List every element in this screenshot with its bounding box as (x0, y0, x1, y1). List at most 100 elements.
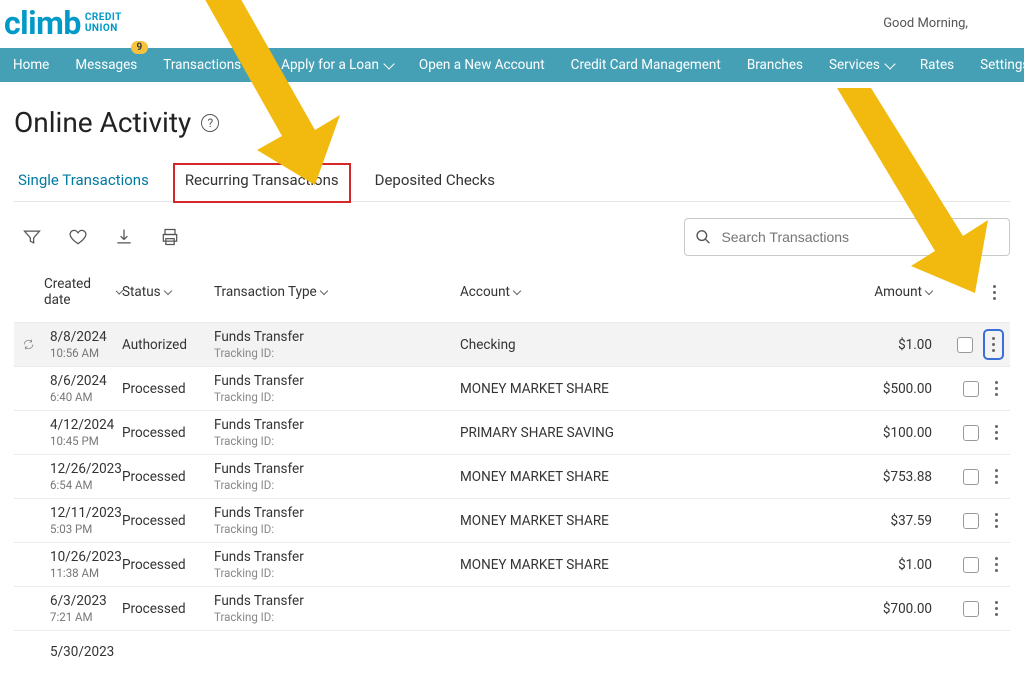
sort-icon (163, 287, 171, 295)
col-created-date[interactable]: Created date (14, 276, 122, 308)
cell-date: 10/26/202311:38 AM (14, 549, 122, 580)
table-header: Created date Status Transaction Type Acc… (14, 268, 1010, 322)
cell-status: Processed (122, 557, 206, 573)
chevron-down-icon (245, 58, 256, 69)
messages-badge: 9 (131, 41, 149, 54)
main-nav: Home Messages 9 Transactions Apply for a… (0, 48, 1024, 82)
cell-date: 4/12/202410:45 PM (14, 417, 122, 448)
filter-icon[interactable] (22, 227, 42, 247)
cell-type: Funds TransferTracking ID: (206, 549, 460, 580)
cell-account: MONEY MARKET SHARE (460, 557, 854, 573)
chevron-down-icon (383, 58, 394, 69)
search-box[interactable] (684, 218, 1010, 256)
table-row[interactable]: 8/8/202410:56 AMAuthorizedFunds Transfer… (14, 322, 1010, 366)
cell-account: MONEY MARKET SHARE (460, 513, 854, 529)
col-amount[interactable]: Amount (854, 284, 932, 300)
nav-settings[interactable]: Settings (967, 48, 1024, 82)
cell-amount: $753.88 (854, 469, 932, 485)
header-kebab-menu[interactable] (987, 279, 1002, 306)
col-status[interactable]: Status (122, 284, 206, 300)
nav-branches[interactable]: Branches (734, 48, 816, 82)
row-kebab-menu[interactable] (989, 551, 1004, 578)
table-row[interactable]: 4/12/202410:45 PMProcessedFunds Transfer… (14, 410, 1010, 454)
nav-apply-loan[interactable]: Apply for a Loan (268, 48, 406, 82)
col-actions (932, 279, 1010, 306)
greeting-text: Good Morning, (883, 16, 968, 31)
row-kebab-menu[interactable] (989, 375, 1004, 402)
search-input[interactable] (721, 229, 999, 245)
cell-amount: $700.00 (854, 601, 932, 617)
row-kebab-menu[interactable] (989, 419, 1004, 446)
nav-messages[interactable]: Messages 9 (62, 48, 150, 82)
row-checkbox[interactable] (963, 425, 979, 441)
cell-type: Funds TransferTracking ID: (206, 461, 460, 492)
brand-logo[interactable]: climb CREDIT UNION (4, 7, 122, 39)
cell-actions (932, 419, 1010, 446)
cell-amount: $1.00 (854, 557, 932, 573)
table-row[interactable]: 12/11/20235:03 PMProcessedFunds Transfer… (14, 498, 1010, 542)
table-row[interactable]: 12/26/20236:54 AMProcessedFunds Transfer… (14, 454, 1010, 498)
row-checkbox[interactable] (963, 381, 979, 397)
row-checkbox[interactable] (963, 513, 979, 529)
heart-icon[interactable] (68, 227, 88, 247)
cell-amount: $37.59 (854, 513, 932, 529)
row-checkbox[interactable] (957, 337, 973, 353)
cell-actions (932, 463, 1010, 490)
table-row[interactable]: 10/26/202311:38 AMProcessedFunds Transfe… (14, 542, 1010, 586)
row-kebab-menu[interactable] (989, 463, 1004, 490)
row-kebab-menu[interactable] (983, 329, 1004, 360)
nav-open-account[interactable]: Open a New Account (406, 48, 558, 82)
nav-transactions[interactable]: Transactions (150, 48, 268, 82)
cell-date: 8/6/20246:40 AM (14, 373, 122, 404)
cell-type: Funds TransferTracking ID: (206, 505, 460, 536)
row-checkbox[interactable] (963, 557, 979, 573)
row-checkbox[interactable] (963, 601, 979, 617)
row-kebab-menu[interactable] (989, 507, 1004, 534)
cell-amount: $100.00 (854, 425, 932, 441)
cell-amount: $1.00 (854, 337, 932, 353)
col-transaction-type[interactable]: Transaction Type (206, 284, 460, 300)
tab-single-transactions[interactable]: Single Transactions (14, 163, 153, 201)
logo-subtext: CREDIT UNION (85, 12, 122, 34)
table-row[interactable]: 8/6/20246:40 AMProcessedFunds TransferTr… (14, 366, 1010, 410)
table-row[interactable]: 5/30/2023 (14, 630, 1010, 674)
tab-deposited-checks[interactable]: Deposited Checks (371, 163, 499, 201)
table-row[interactable]: 6/3/20237:21 AMProcessedFunds TransferTr… (14, 586, 1010, 630)
print-icon[interactable] (160, 227, 180, 247)
tab-recurring-transactions[interactable]: Recurring Transactions (173, 163, 351, 203)
cell-status: Processed (122, 425, 206, 441)
col-account[interactable]: Account (460, 284, 854, 300)
nav-credit-card[interactable]: Credit Card Management (558, 48, 734, 82)
cell-status: Processed (122, 469, 206, 485)
sort-icon (319, 287, 327, 295)
toolbar (14, 202, 1010, 268)
cell-account: Checking (460, 337, 854, 353)
cell-amount: $500.00 (854, 381, 932, 397)
nav-rates[interactable]: Rates (907, 48, 967, 82)
cell-account: PRIMARY SHARE SAVING (460, 425, 854, 441)
search-icon (695, 228, 711, 246)
sort-icon (513, 287, 521, 295)
cell-date: 6/3/20237:21 AM (14, 593, 122, 624)
page-title-row: Online Activity ? (14, 106, 1010, 139)
nav-services[interactable]: Services (816, 48, 907, 82)
cell-account: MONEY MARKET SHARE (460, 381, 854, 397)
cell-actions (932, 375, 1010, 402)
cell-type: Funds TransferTracking ID: (206, 329, 460, 360)
top-header: climb CREDIT UNION Good Morning, (0, 0, 1024, 48)
row-kebab-menu[interactable] (989, 595, 1004, 622)
cell-actions (932, 595, 1010, 622)
chevron-down-icon (884, 58, 895, 69)
cell-status: Authorized (122, 337, 206, 353)
cell-type: Funds TransferTracking ID: (206, 593, 460, 624)
row-checkbox[interactable] (963, 469, 979, 485)
download-icon[interactable] (114, 227, 134, 247)
cell-actions (932, 507, 1010, 534)
recurring-icon (22, 338, 35, 351)
cell-status: Processed (122, 601, 206, 617)
nav-home[interactable]: Home (0, 48, 62, 82)
cell-type: Funds TransferTracking ID: (206, 373, 460, 404)
help-icon[interactable]: ? (201, 114, 219, 132)
cell-date: 12/26/20236:54 AM (14, 461, 122, 492)
cell-date: 5/30/2023 (14, 644, 122, 661)
